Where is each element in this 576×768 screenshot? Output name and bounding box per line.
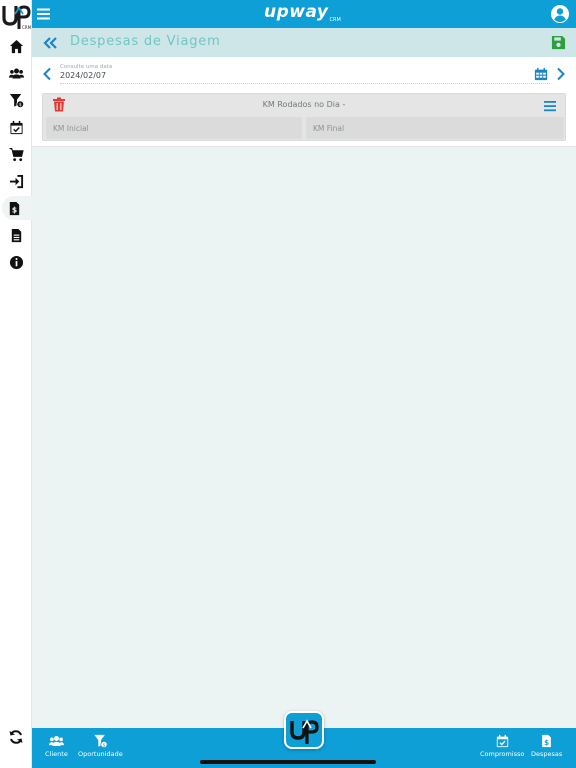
users-icon <box>48 736 64 746</box>
save-button[interactable] <box>551 35 566 50</box>
sidebar-item-appointments[interactable] <box>6 117 26 137</box>
side-logo-sub: CRM <box>22 25 32 30</box>
home-logo-button[interactable] <box>284 711 324 749</box>
side-logo[interactable]: CRM <box>2 2 32 30</box>
sidebar-item-reports[interactable] <box>6 225 26 245</box>
users-icon <box>8 68 24 78</box>
funnel-money-icon: $ <box>9 93 24 108</box>
info-icon <box>9 255 23 269</box>
panel-menu-button[interactable] <box>543 98 557 112</box>
sign-in-icon <box>9 174 23 188</box>
sidebar-item-checkin[interactable] <box>6 171 26 191</box>
bottom-nav-expenses[interactable]: $ Despesas <box>531 734 562 758</box>
calendar-check-icon <box>496 734 508 748</box>
next-date-button[interactable] <box>556 66 566 81</box>
previous-date-button[interactable] <box>42 66 52 81</box>
date-input-underline <box>60 83 550 84</box>
user-profile-button[interactable] <box>550 4 570 24</box>
refresh-icon <box>9 730 23 744</box>
home-icon <box>9 39 23 53</box>
bottom-nav-client-label: Cliente <box>45 750 68 758</box>
bottom-nav-appointment[interactable]: Compromisso <box>480 734 524 758</box>
chevron-right-icon <box>557 67 565 81</box>
brand-logo: upway CRM <box>264 2 341 26</box>
sidebar-item-opportunities[interactable]: $ <box>6 90 26 110</box>
sidebar: CRM $ $ <box>0 0 32 768</box>
double-chevron-left-icon <box>43 37 57 49</box>
user-circle-icon <box>551 5 569 23</box>
page-title: Despesas de Viagem <box>70 34 221 49</box>
svg-text:$: $ <box>102 742 105 748</box>
save-icon <box>551 35 566 50</box>
km-panel: KM Rodados no Dia - KM Inicial KM Final <box>42 93 566 141</box>
file-invoice-dollar-icon: $ <box>9 201 19 215</box>
expenses-card: Consulte uma data 2024/02/07 KM Rodados … <box>32 57 576 147</box>
menu-toggle-button[interactable] <box>36 6 52 22</box>
svg-text:$: $ <box>544 739 549 747</box>
file-invoice-dollar-icon: $ <box>542 734 552 748</box>
sidebar-item-clients[interactable] <box>6 63 26 83</box>
file-text-icon <box>11 228 21 242</box>
date-hint-label: Consulte uma data <box>60 64 113 70</box>
back-button[interactable] <box>42 35 58 51</box>
bottom-nav-client[interactable]: Cliente <box>45 734 68 758</box>
km-panel-title: KM Rodados no Dia - <box>262 100 346 109</box>
sidebar-item-about[interactable] <box>6 252 26 272</box>
home-indicator <box>200 760 376 764</box>
sidebar-item-home[interactable] <box>6 36 26 56</box>
km-start-field[interactable]: KM Inicial <box>46 117 302 139</box>
list-menu-icon <box>544 101 556 112</box>
svg-text:$: $ <box>11 205 16 214</box>
brand-name: upway <box>264 2 329 22</box>
sidebar-item-cart[interactable] <box>6 144 26 164</box>
date-input[interactable]: 2024/02/07 <box>60 71 106 80</box>
top-bar: upway CRM <box>32 0 576 28</box>
cart-icon <box>8 147 24 161</box>
refresh-button[interactable] <box>8 729 24 745</box>
bottom-nav-expenses-label: Despesas <box>531 750 563 758</box>
calendar-icon <box>534 67 548 81</box>
sidebar-item-expenses[interactable]: $ <box>2 196 32 220</box>
calendar-check-icon <box>9 120 23 134</box>
km-end-field[interactable]: KM Final <box>306 117 564 139</box>
title-bar: Despesas de Viagem <box>32 28 576 57</box>
calendar-button[interactable] <box>534 66 548 81</box>
bottom-nav-appointment-label: Compromisso <box>480 750 525 758</box>
hamburger-icon <box>37 8 50 20</box>
brand-sub: CRM <box>329 17 341 23</box>
svg-text:$: $ <box>18 102 21 108</box>
bottom-nav-opportunity-label: Oportunidade <box>78 750 123 758</box>
funnel-money-icon: $ <box>94 734 108 748</box>
chevron-left-icon <box>43 67 51 81</box>
bottom-nav-opportunity[interactable]: $ Oportunidade <box>78 734 123 758</box>
up-logo-icon <box>290 719 319 744</box>
